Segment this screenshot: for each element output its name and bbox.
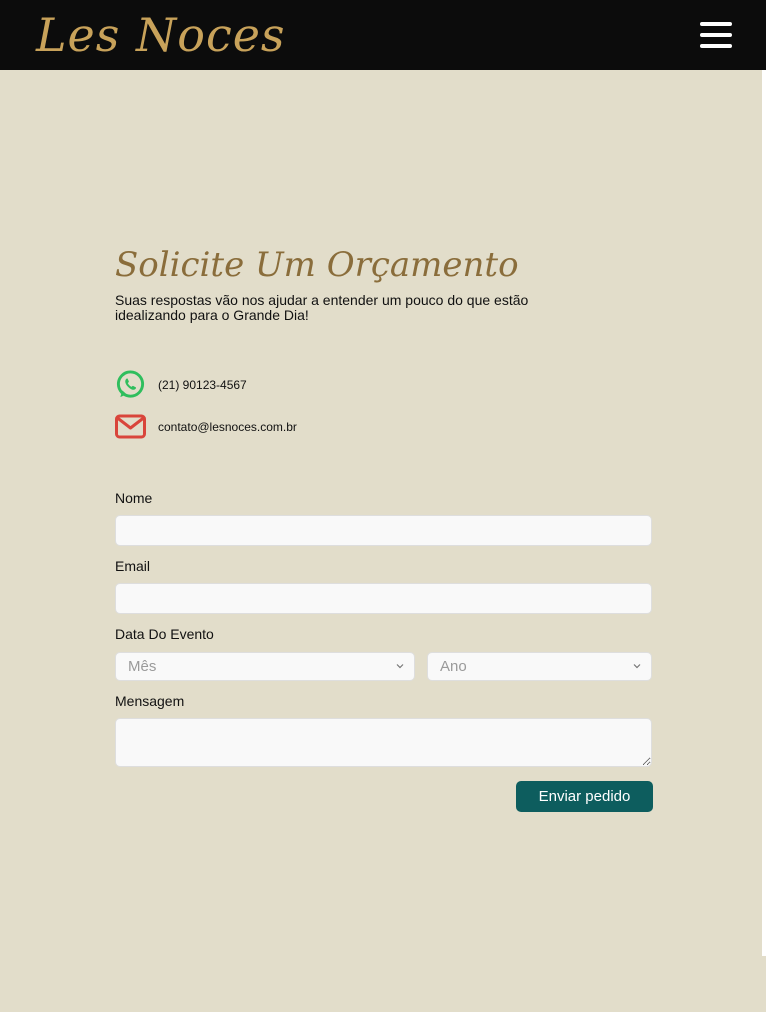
contact-phone-row: (21) 90123-4567 [115, 369, 247, 401]
top-navigation-bar: Les Noces [0, 0, 766, 70]
contact-phone-text[interactable]: (21) 90123-4567 [158, 378, 247, 392]
email-input[interactable] [115, 583, 652, 614]
ano-select-value: Ano [440, 658, 467, 675]
envelope-icon[interactable] [115, 411, 146, 443]
site-logo[interactable]: Les Noces [36, 4, 286, 66]
menu-bar-line [700, 33, 732, 37]
email-label: Email [115, 558, 151, 574]
page-scrollbar[interactable] [762, 70, 766, 956]
mensagem-textarea[interactable] [115, 718, 652, 767]
mes-select[interactable]: Mês [115, 652, 415, 681]
hamburger-menu-icon[interactable] [700, 20, 734, 50]
data-evento-label: Data Do Evento [115, 626, 214, 642]
mes-select-value: Mês [128, 658, 157, 675]
whatsapp-icon[interactable] [115, 369, 146, 401]
contact-email-text[interactable]: contato@lesnoces.com.br [158, 420, 297, 434]
chevron-down-icon [396, 664, 404, 669]
mensagem-label: Mensagem [115, 693, 185, 709]
ano-select[interactable]: Ano [427, 652, 652, 681]
contact-email-row: contato@lesnoces.com.br [115, 411, 297, 443]
nome-label: Nome [115, 490, 153, 506]
menu-bar-line [700, 22, 732, 26]
page-title: Solicite Um Orçamento [115, 245, 519, 285]
enviar-pedido-button[interactable]: Enviar pedido [516, 781, 653, 812]
chevron-down-icon [633, 664, 641, 669]
nome-input[interactable] [115, 515, 652, 546]
page-subtitle: Suas respostas vão nos ajudar a entender… [115, 292, 529, 323]
menu-bar-line [700, 44, 732, 48]
